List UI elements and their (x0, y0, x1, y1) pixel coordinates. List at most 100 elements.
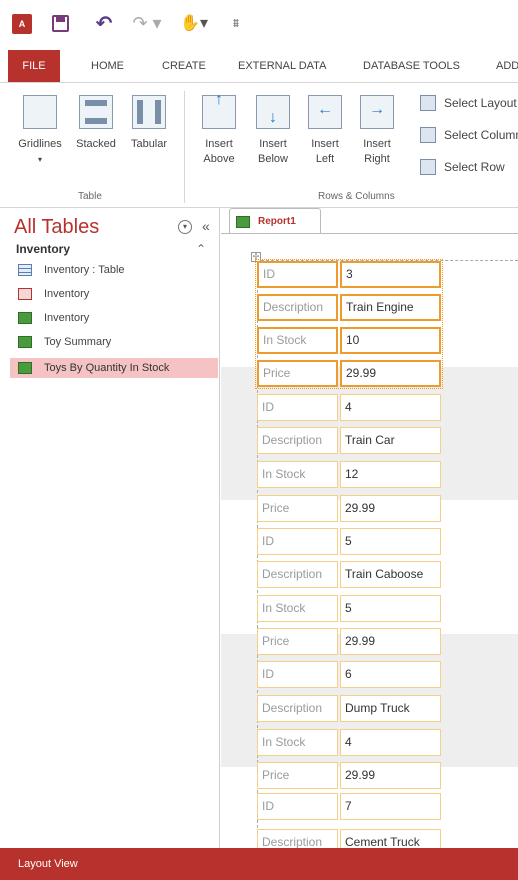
field-value[interactable]: 12 (340, 461, 441, 488)
quick-access-toolbar: A ↶ ↷ ▾ ✋▾ ⩩ (0, 0, 518, 50)
insert-right-button[interactable]: → Insert Right (354, 95, 400, 167)
insert-below-button[interactable]: ↓ Insert Below (250, 95, 296, 167)
field-label[interactable]: ID (257, 528, 338, 555)
field-value[interactable]: 29.99 (340, 360, 441, 387)
field-value[interactable]: 6 (340, 661, 441, 688)
field-label[interactable]: Price (257, 360, 338, 387)
field-value[interactable]: Dump Truck (340, 695, 441, 722)
tab-divider (221, 233, 518, 234)
gridlines-button[interactable]: Gridlines ▾ (16, 95, 64, 167)
field-label[interactable]: In Stock (257, 595, 338, 622)
nav-item-toys-by-quantity[interactable]: Toys By Quantity In Stock (10, 358, 218, 378)
record-block: ID 3 Description Train Engine In Stock 1… (255, 259, 443, 389)
field-value[interactable]: Train Car (340, 427, 441, 454)
undo-icon[interactable]: ↶ (92, 12, 116, 35)
ribbon: Gridlines ▾ Stacked Tabular Table ↑ Inse… (0, 82, 518, 208)
nav-pane-title[interactable]: All Tables (14, 216, 99, 239)
field-label[interactable]: ID (257, 394, 338, 421)
field-label[interactable]: Description (257, 695, 338, 722)
shutter-bar-close-icon[interactable]: « (202, 218, 210, 234)
field-row: Price 29.99 (257, 495, 441, 522)
field-row: Price 29.99 (257, 360, 441, 387)
field-value[interactable]: 29.99 (340, 762, 441, 789)
redo-icon[interactable]: ↷ ▾ (132, 12, 162, 34)
report-document-area: Report1 ✢ ID 3 Description Train Engine … (221, 208, 518, 856)
select-layout-label: Select Layout (444, 96, 517, 110)
field-value[interactable]: Train Engine (340, 294, 441, 321)
tab-report1[interactable]: Report1 (229, 208, 321, 234)
stacked-label: Stacked (76, 138, 116, 150)
tabular-label: Tabular (130, 138, 168, 150)
nav-menu-icon[interactable]: ▾ (178, 220, 192, 234)
table-icon (18, 264, 32, 276)
field-label[interactable]: Description (257, 427, 338, 454)
insert-above-icon: ↑ (202, 92, 236, 129)
field-label[interactable]: Price (257, 495, 338, 522)
insert-below-icon: ↓ (256, 95, 290, 129)
field-row: In Stock 10 (257, 327, 441, 354)
nav-item-label: Toys By Quantity In Stock (44, 362, 170, 374)
stacked-button[interactable]: Stacked (72, 95, 120, 152)
nav-item-toy-summary[interactable]: Toy Summary (10, 332, 218, 352)
insert-below-line2: Below (258, 153, 288, 165)
field-label[interactable]: Price (257, 762, 338, 789)
field-row: ID 6 (257, 661, 441, 688)
field-label[interactable]: Description (257, 294, 338, 321)
field-value[interactable]: 5 (340, 595, 441, 622)
field-label[interactable]: Price (257, 628, 338, 655)
field-label[interactable]: In Stock (257, 461, 338, 488)
access-app-icon[interactable]: A (12, 14, 32, 34)
field-label[interactable]: In Stock (257, 327, 338, 354)
select-row-button[interactable]: Select Row (420, 159, 505, 175)
tab-external-data[interactable]: EXTERNAL DATA (238, 50, 326, 82)
field-label[interactable]: Description (257, 561, 338, 588)
field-label[interactable]: In Stock (257, 729, 338, 756)
tab-file[interactable]: FILE (8, 50, 60, 82)
select-row-label: Select Row (444, 160, 505, 174)
nav-group-header[interactable]: Inventory (16, 242, 70, 256)
field-value[interactable]: 4 (340, 729, 441, 756)
tab-add-ins[interactable]: ADD (496, 50, 518, 82)
tab-home[interactable]: HOME (91, 50, 124, 82)
field-value[interactable]: 5 (340, 528, 441, 555)
field-value[interactable]: Train Caboose (340, 561, 441, 588)
chevron-down-icon: ▾ (37, 155, 42, 164)
select-layout-button[interactable]: Select Layout (420, 95, 517, 111)
field-value[interactable]: 29.99 (340, 495, 441, 522)
field-value[interactable]: 10 (340, 327, 441, 354)
field-value[interactable]: 4 (340, 394, 441, 421)
nav-item-inventory-table[interactable]: Inventory : Table (10, 260, 218, 280)
field-row: Description Train Car (257, 427, 441, 454)
customize-toolbar-icon[interactable]: ⩩ (228, 12, 244, 34)
group-separator (184, 91, 185, 203)
gridlines-label: Gridlines (18, 138, 62, 150)
insert-left-button[interactable]: ← Insert Left (302, 95, 348, 167)
field-value[interactable]: 7 (340, 793, 441, 820)
touch-mode-icon[interactable]: ✋▾ (180, 12, 208, 34)
collapse-group-icon[interactable]: ⌃ (196, 242, 206, 256)
tabular-button[interactable]: Tabular (126, 95, 172, 152)
field-label[interactable]: ID (257, 661, 338, 688)
insert-left-line2: Left (315, 153, 335, 165)
insert-above-button[interactable]: ↑ Insert Above (196, 92, 242, 167)
field-value[interactable]: 29.99 (340, 628, 441, 655)
field-label[interactable]: ID (257, 261, 338, 288)
nav-item-inventory-form[interactable]: Inventory (10, 284, 218, 304)
field-row: In Stock 12 (257, 461, 441, 488)
nav-item-label: Inventory (44, 312, 90, 324)
insert-below-line1: Insert (259, 138, 287, 150)
report-icon (18, 312, 32, 324)
field-value[interactable]: 3 (340, 261, 441, 288)
field-row: ID 3 (257, 261, 441, 288)
tab-create[interactable]: CREATE (162, 50, 206, 82)
tabular-layout-icon (132, 95, 166, 129)
save-icon[interactable] (52, 15, 69, 32)
navigation-pane: All Tables ▾ « Inventory ⌃ Inventory : T… (0, 208, 220, 848)
nav-item-inventory-report[interactable]: Inventory (10, 308, 218, 328)
select-column-button[interactable]: Select Column (420, 127, 518, 143)
field-label[interactable]: ID (257, 793, 338, 820)
select-layout-icon (420, 95, 436, 111)
tab-database-tools[interactable]: DATABASE TOOLS (363, 50, 460, 82)
insert-above-line1: Insert (205, 138, 233, 150)
field-row: ID 5 (257, 528, 441, 555)
